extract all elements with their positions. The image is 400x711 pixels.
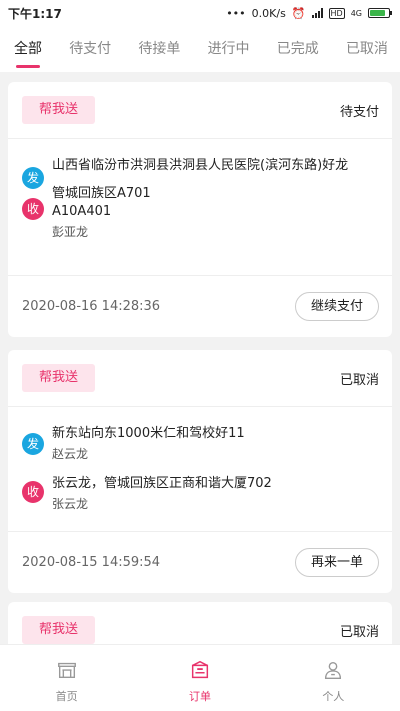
order-card[interactable]: 帮我送 已取消 (8, 602, 392, 644)
receiver-address-block: 收 张云龙，管城回族区正商和谐大厦702 张云龙 (8, 463, 392, 513)
status-time: 下午1:17 (8, 6, 62, 21)
order-card-header: 帮我送 已取消 (8, 350, 392, 407)
order-card-footer: 2020-08-16 14:28:36 继续支付 (8, 275, 392, 337)
shop-icon (57, 662, 76, 679)
order-status: 待支付 (339, 104, 379, 120)
order-time: 2020-08-16 14:28:36 (22, 299, 161, 314)
order-filter-tabs: 全部 待支付 待接单 进行中 已完成 已取消 (0, 26, 400, 72)
receiver-name: 张云龙 (52, 497, 89, 511)
tab-cancelled[interactable]: 已取消 (346, 26, 388, 72)
tab-in-progress[interactable]: 进行中 (208, 26, 250, 72)
service-tag: 帮我送 (22, 616, 96, 644)
tab-completed[interactable]: 已完成 (277, 26, 319, 72)
receiver-address-block: 收 管城回族区A701 A10A401 彭亚龙 (8, 175, 392, 241)
battery-fill (370, 10, 385, 16)
orders-icon (191, 660, 209, 679)
order-list[interactable]: 帮我送 待支付 发 山西省临汾市洪洞县洪洞县人民医院(滨河东路)好龙 收 管城回… (0, 72, 400, 644)
receiver-address: 张云龙，管城回族区正商和谐大厦702 (52, 476, 272, 491)
receiver-icon: 收 (22, 481, 44, 503)
order-card[interactable]: 帮我送 已取消 发 新东站向东1000米仁和驾校好11 赵云龙 收 张云龙，管城… (8, 350, 392, 593)
person-icon (325, 661, 342, 679)
more-dots-icon: ••• (226, 6, 246, 20)
tabbar-home[interactable]: 首页 (0, 645, 133, 711)
tab-pending-accept[interactable]: 待接单 (138, 26, 180, 72)
sender-icon: 发 (22, 433, 44, 455)
receiver-address: 管城回族区A701 A10A401 (52, 186, 151, 219)
tabbar-label: 个人 (322, 690, 345, 703)
order-time: 2020-08-15 14:59:54 (22, 555, 161, 570)
tabbar-orders[interactable]: 订单 (133, 645, 266, 711)
hd-badge: HD (328, 7, 345, 19)
order-status: 已取消 (339, 372, 379, 388)
tabbar-label: 首页 (55, 690, 78, 703)
order-status: 已取消 (339, 624, 379, 640)
sender-address-block: 发 山西省临汾市洪洞县洪洞县人民医院(滨河东路)好龙 (8, 139, 392, 189)
reorder-button[interactable]: 再来一单 (294, 548, 379, 577)
order-card-header: 帮我送 待支付 (8, 82, 392, 139)
continue-payment-button[interactable]: 继续支付 (294, 292, 379, 321)
tabbar-label: 订单 (188, 690, 211, 703)
status-bar: 下午1:17 ••• 0.0K/s ⏰ HD 4G (0, 0, 400, 26)
bottom-tab-bar: 首页 订单 个人 (0, 644, 400, 711)
network-speed: 0.0K/s (251, 6, 286, 20)
tab-all[interactable]: 全部 (14, 26, 42, 72)
service-tag: 帮我送 (22, 96, 96, 124)
status-icons: ••• 0.0K/s ⏰ HD 4G (226, 6, 392, 20)
order-card[interactable]: 帮我送 待支付 发 山西省临汾市洪洞县洪洞县人民医院(滨河东路)好龙 收 管城回… (8, 82, 392, 337)
order-card-header: 帮我送 已取消 (8, 602, 392, 644)
tab-pending-payment[interactable]: 待支付 (69, 26, 111, 72)
tabbar-profile[interactable]: 个人 (267, 645, 400, 711)
sender-address: 山西省临汾市洪洞县洪洞县人民医院(滨河东路)好龙 (52, 158, 349, 173)
order-card-footer: 2020-08-15 14:59:54 再来一单 (8, 531, 392, 593)
alarm-icon: ⏰ (291, 6, 306, 20)
sender-address: 新东站向东1000米仁和驾校好11 (52, 426, 245, 441)
signal-icon (311, 8, 323, 18)
receiver-icon: 收 (22, 198, 44, 220)
battery-icon (368, 8, 392, 18)
receiver-name: 彭亚龙 (52, 225, 89, 239)
network-type: 4G (350, 8, 362, 18)
service-tag: 帮我送 (22, 364, 96, 392)
sender-address-block: 发 新东站向东1000米仁和驾校好11 赵云龙 (8, 407, 392, 463)
sender-name: 赵云龙 (52, 447, 89, 461)
